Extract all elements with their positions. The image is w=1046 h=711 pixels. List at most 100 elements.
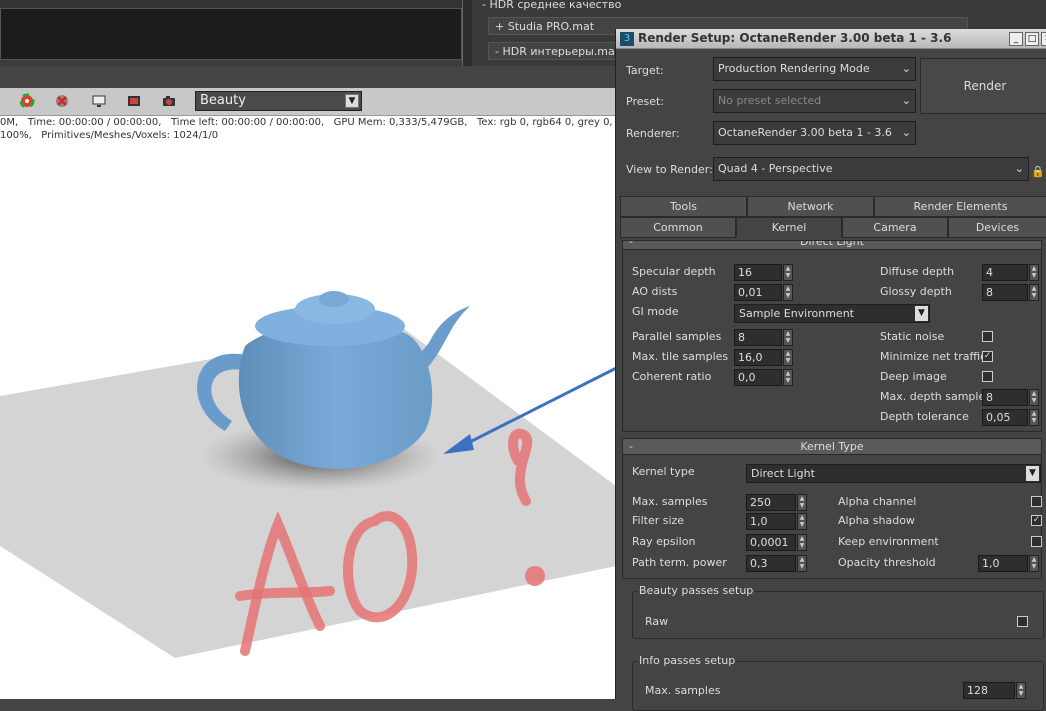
- deep-image-checkbox[interactable]: [982, 371, 993, 382]
- info-max-samples-label: Max. samples: [645, 684, 721, 697]
- minimize-button[interactable]: _: [1009, 32, 1023, 46]
- diffuse-depth-input[interactable]: 4 ▲ ▼: [982, 264, 1039, 281]
- spinner-arrows-icon[interactable]: ▲ ▼: [1029, 284, 1039, 301]
- spinner-arrows-icon[interactable]: ▲ ▼: [783, 264, 793, 281]
- spinner-arrows-icon[interactable]: ▲ ▼: [1029, 389, 1039, 406]
- coherent-ratio-label: Coherent ratio: [632, 370, 712, 383]
- chevron-down-icon: ⌄: [901, 94, 911, 107]
- spinner-arrows-icon[interactable]: ▲ ▼: [783, 369, 793, 386]
- kernel-type-header[interactable]: - Kernel Type: [623, 439, 1041, 455]
- color-wheel-icon[interactable]: [18, 93, 36, 111]
- gi-mode-dropdown[interactable]: Sample Environment ▼: [734, 304, 930, 323]
- depth-tolerance-label: Depth tolerance: [880, 410, 969, 423]
- keep-environment-label: Keep environment: [838, 535, 939, 548]
- kernel-type-label: Kernel type: [632, 465, 695, 478]
- alpha-shadow-label: Alpha shadow: [838, 514, 915, 527]
- chevron-down-icon: ▼: [1026, 466, 1039, 481]
- spinner-arrows-icon[interactable]: ▲ ▼: [1029, 555, 1039, 572]
- render-pass-select[interactable]: Beauty ▼: [195, 91, 362, 111]
- kernel-type-dropdown[interactable]: Direct Light ▼: [746, 464, 1041, 483]
- render-setup-dialog: 3 Render Setup: OctaneRender 3.00 beta 1…: [615, 29, 1046, 711]
- spinner-arrows-icon[interactable]: ▲ ▼: [783, 284, 793, 301]
- alpha-channel-checkbox[interactable]: [1031, 496, 1042, 507]
- close-button[interactable]: ✕: [1041, 32, 1046, 46]
- opacity-threshold-input[interactable]: 1,0 ▲ ▼: [978, 555, 1039, 572]
- maximize-button[interactable]: □: [1025, 32, 1039, 46]
- kernel-type-panel: - Kernel Type Kernel type Direct Light ▼ M…: [622, 438, 1042, 579]
- dialog-titlebar[interactable]: 3 Render Setup: OctaneRender 3.00 beta 1…: [616, 29, 1046, 49]
- info-max-samples-input[interactable]: 128 ▲ ▼: [963, 682, 1026, 699]
- chevron-down-icon: ▼: [915, 306, 928, 321]
- direct-light-header[interactable]: - Direct Light: [623, 241, 1041, 250]
- film-icon[interactable]: [125, 93, 143, 111]
- opacity-threshold-label: Opacity threshold: [838, 556, 936, 569]
- chevron-down-icon: ⌄: [901, 62, 911, 75]
- coherent-ratio-input[interactable]: 0,0 ▲ ▼: [734, 369, 793, 386]
- preset-dropdown[interactable]: No preset selected ⌄: [713, 89, 916, 113]
- alpha-channel-label: Alpha channel: [838, 495, 917, 508]
- depth-tolerance-input[interactable]: 0,05 ▲ ▼: [982, 409, 1039, 426]
- tab-common[interactable]: Common: [620, 217, 736, 238]
- tab-network[interactable]: Network: [747, 196, 874, 217]
- render-button[interactable]: Render: [920, 58, 1046, 114]
- gi-mode-label: GI mode: [632, 305, 679, 318]
- render-canvas: [0, 291, 616, 658]
- minimize-net-traffic-checkbox[interactable]: ✓: [982, 351, 993, 362]
- keep-environment-checkbox[interactable]: [1031, 536, 1042, 547]
- spinner-arrows-icon[interactable]: ▲ ▼: [1016, 682, 1026, 699]
- tab-tools[interactable]: Tools: [620, 196, 747, 217]
- lock-icon[interactable]: 🔒: [1029, 161, 1046, 183]
- camera-icon[interactable]: [160, 93, 178, 111]
- direct-light-panel: - Direct Light Specular depth 16 ▲ ▼ AO dis…: [622, 240, 1042, 432]
- static-noise-checkbox[interactable]: [982, 331, 993, 342]
- path-term-power-label: Path term. power: [632, 556, 727, 569]
- ray-epsilon-label: Ray epsilon: [632, 535, 696, 548]
- path-term-power-input[interactable]: 0,3 ▲ ▼: [746, 555, 807, 572]
- spinner-arrows-icon[interactable]: ▲ ▼: [783, 349, 793, 366]
- glossy-depth-input[interactable]: 8 ▲ ▼: [982, 284, 1039, 301]
- info-passes-title: Info passes setup: [637, 654, 738, 667]
- beauty-passes-group: Beauty passes setup Raw: [632, 584, 1044, 639]
- display-icon[interactable]: [90, 93, 108, 111]
- specular-depth-input[interactable]: 16 ▲ ▼: [734, 264, 793, 281]
- raw-checkbox[interactable]: [1017, 616, 1028, 627]
- target-dropdown[interactable]: Production Rendering Mode ⌄: [713, 57, 916, 81]
- spinner-arrows-icon[interactable]: ▲ ▼: [1029, 264, 1039, 281]
- view-to-render-dropdown[interactable]: Quad 4 - Perspective ⌄: [713, 157, 1029, 181]
- dark-viewport: [0, 8, 462, 60]
- chevron-down-icon: ⌄: [1014, 162, 1024, 175]
- tab-devices[interactable]: Devices: [948, 217, 1046, 238]
- material-row-hdr-medium[interactable]: - HDR среднее качество: [476, 0, 971, 14]
- alpha-shadow-checkbox[interactable]: ✓: [1031, 515, 1042, 526]
- spinner-arrows-icon[interactable]: ▲ ▼: [797, 513, 807, 530]
- max-depth-samples-input[interactable]: 8 ▲ ▼: [982, 389, 1039, 406]
- deep-image-label: Deep image: [880, 370, 947, 383]
- spinner-arrows-icon[interactable]: ▲ ▼: [797, 534, 807, 551]
- spinner-arrows-icon[interactable]: ▲ ▼: [1029, 409, 1039, 426]
- spinner-arrows-icon[interactable]: ▲ ▼: [783, 329, 793, 346]
- max-tile-samples-label: Max. tile samples: [632, 350, 729, 363]
- spinner-arrows-icon[interactable]: ▲ ▼: [797, 555, 807, 572]
- target-label: Target:: [626, 64, 664, 77]
- parallel-samples-input[interactable]: 8 ▲ ▼: [734, 329, 793, 346]
- minimize-net-traffic-label: Minimize net traffic: [880, 350, 987, 363]
- app-logo-icon: 3: [620, 32, 634, 46]
- ray-epsilon-input[interactable]: 0,0001 ▲ ▼: [746, 534, 807, 551]
- max-tile-samples-input[interactable]: 16,0 ▲ ▼: [734, 349, 793, 366]
- filter-size-label: Filter size: [632, 514, 685, 527]
- renderer-dropdown[interactable]: OctaneRender 3.00 beta 1 - 3.6 ⌄: [713, 121, 916, 145]
- ao-dist-input[interactable]: 0,01 ▲ ▼: [734, 284, 793, 301]
- status-line-2: 100%, Primitives/Meshes/Voxels: 1024/1/0: [0, 130, 219, 141]
- tab-kernel[interactable]: Kernel: [736, 217, 842, 238]
- chevron-down-icon: ⌄: [901, 126, 911, 139]
- max-depth-samples-label: Max. depth samples: [880, 390, 991, 403]
- preset-label: Preset:: [626, 95, 665, 108]
- tab-camera[interactable]: Camera: [842, 217, 948, 238]
- chevron-down-icon: ▼: [345, 94, 359, 108]
- spinner-arrows-icon[interactable]: ▲ ▼: [797, 494, 807, 511]
- splitter[interactable]: [462, 0, 472, 66]
- clear-channels-icon[interactable]: [53, 93, 71, 111]
- max-samples-input[interactable]: 250 ▲ ▼: [746, 494, 807, 511]
- tab-render-elements[interactable]: Render Elements: [874, 196, 1046, 217]
- filter-size-input[interactable]: 1,0 ▲ ▼: [746, 513, 807, 530]
